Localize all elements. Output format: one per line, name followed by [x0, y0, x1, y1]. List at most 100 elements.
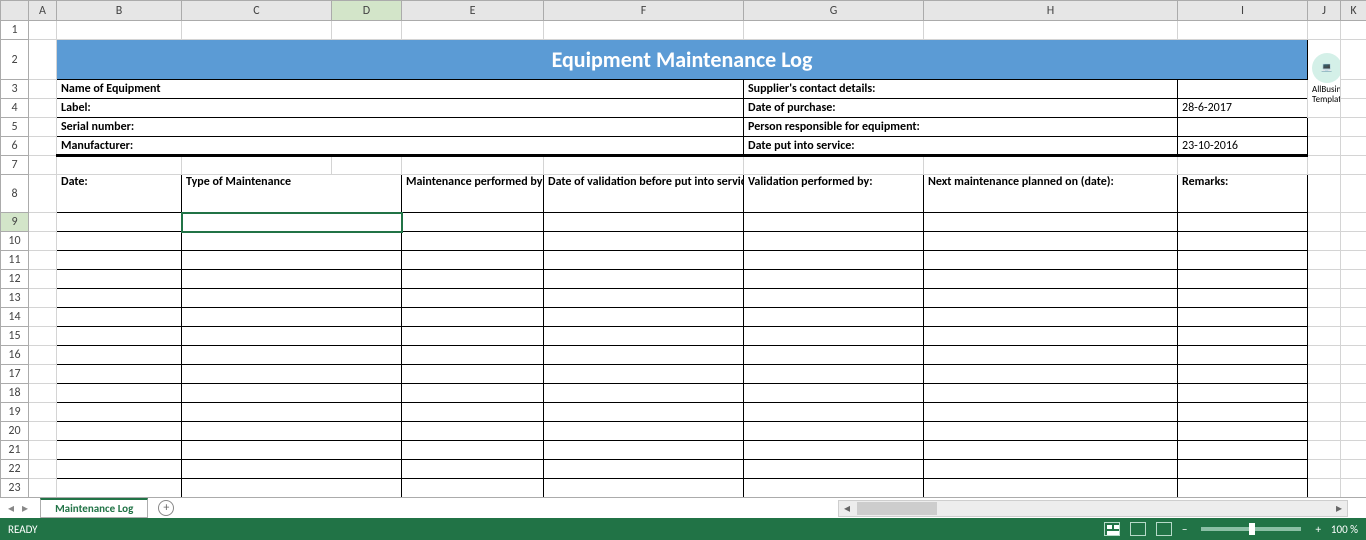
log-cell[interactable] [744, 422, 924, 441]
col-header-C[interactable]: C [182, 1, 332, 21]
cell[interactable] [1341, 156, 1366, 175]
log-cell[interactable] [924, 308, 1178, 327]
cell[interactable] [29, 80, 57, 99]
log-cell[interactable] [924, 213, 1178, 232]
scroll-thumb[interactable] [857, 502, 937, 515]
log-cell[interactable] [182, 213, 402, 232]
log-cell[interactable] [57, 460, 182, 479]
log-cell[interactable] [544, 422, 744, 441]
cell[interactable] [29, 289, 57, 308]
log-cell[interactable] [1178, 308, 1308, 327]
log-cell[interactable] [744, 441, 924, 460]
row-header-11[interactable]: 11 [1, 251, 29, 270]
scroll-right-icon[interactable]: ▸ [1331, 501, 1347, 516]
log-cell[interactable] [744, 232, 924, 251]
cell[interactable] [1341, 479, 1366, 498]
log-cell[interactable] [744, 270, 924, 289]
cell[interactable] [29, 308, 57, 327]
log-cell[interactable] [402, 251, 544, 270]
cell[interactable] [402, 21, 544, 40]
log-cell[interactable] [57, 441, 182, 460]
cell[interactable] [1341, 327, 1366, 346]
log-cell[interactable] [1178, 384, 1308, 403]
cell[interactable] [1308, 365, 1341, 384]
log-cell[interactable] [544, 289, 744, 308]
log-cell[interactable] [182, 270, 402, 289]
log-cell[interactable] [744, 384, 924, 403]
row-header-20[interactable]: 20 [1, 422, 29, 441]
log-cell[interactable] [924, 232, 1178, 251]
row-header-1[interactable]: 1 [1, 21, 29, 40]
cell[interactable] [1308, 175, 1341, 213]
log-cell[interactable] [402, 213, 544, 232]
row-header-19[interactable]: 19 [1, 403, 29, 422]
log-cell[interactable] [744, 289, 924, 308]
cell[interactable] [182, 156, 332, 175]
log-cell[interactable] [744, 346, 924, 365]
cell[interactable] [29, 118, 57, 137]
row-header-2[interactable]: 2 [1, 40, 29, 80]
log-cell[interactable] [182, 289, 402, 308]
info-right-value[interactable]: 23-10-2016 [1178, 137, 1308, 156]
col-header-G[interactable]: G [744, 1, 924, 21]
zoom-out-button[interactable]: − [1182, 523, 1187, 536]
log-cell[interactable] [182, 441, 402, 460]
info-left-label[interactable]: Name of Equipment [57, 80, 744, 99]
log-cell[interactable] [544, 346, 744, 365]
log-cell[interactable] [57, 403, 182, 422]
cell[interactable] [1308, 308, 1341, 327]
log-cell[interactable] [924, 365, 1178, 384]
log-cell[interactable] [1178, 289, 1308, 308]
cell[interactable] [1308, 232, 1341, 251]
log-cell[interactable] [544, 460, 744, 479]
tab-nav-first-icon[interactable]: ◂ [8, 501, 14, 516]
log-cell[interactable] [924, 346, 1178, 365]
cell[interactable] [1178, 156, 1308, 175]
log-cell[interactable] [402, 403, 544, 422]
log-cell[interactable] [1178, 403, 1308, 422]
page-break-view-button[interactable] [1156, 522, 1172, 536]
log-cell[interactable] [544, 251, 744, 270]
log-cell[interactable] [544, 365, 744, 384]
log-cell[interactable] [182, 422, 402, 441]
cell[interactable] [29, 346, 57, 365]
log-cell[interactable] [402, 460, 544, 479]
col-header-E[interactable]: E [402, 1, 544, 21]
cell[interactable] [544, 156, 744, 175]
info-right-value[interactable] [1178, 118, 1308, 137]
log-cell[interactable] [544, 213, 744, 232]
row-header-4[interactable]: 4 [1, 99, 29, 118]
cell[interactable] [29, 232, 57, 251]
cell[interactable] [1308, 460, 1341, 479]
log-cell[interactable] [57, 232, 182, 251]
cell[interactable] [29, 403, 57, 422]
log-cell[interactable] [402, 422, 544, 441]
cell[interactable] [29, 137, 57, 156]
row-header-14[interactable]: 14 [1, 308, 29, 327]
log-cell[interactable] [402, 289, 544, 308]
add-sheet-button[interactable]: + [158, 500, 174, 516]
cell[interactable] [1308, 422, 1341, 441]
cell[interactable] [1341, 175, 1366, 213]
page-layout-view-button[interactable] [1130, 522, 1146, 536]
log-cell[interactable] [402, 384, 544, 403]
row-header-3[interactable]: 3 [1, 80, 29, 99]
log-cell[interactable] [544, 308, 744, 327]
log-cell[interactable] [544, 384, 744, 403]
log-cell[interactable] [544, 479, 744, 498]
cell[interactable] [1341, 384, 1366, 403]
row-header-7[interactable]: 7 [1, 156, 29, 175]
log-header[interactable]: Type of Maintenance [182, 175, 402, 213]
log-cell[interactable] [744, 403, 924, 422]
cell[interactable] [1341, 251, 1366, 270]
cell[interactable] [29, 21, 57, 40]
log-cell[interactable] [744, 479, 924, 498]
col-header-J[interactable]: J [1308, 1, 1341, 21]
row-header-18[interactable]: 18 [1, 384, 29, 403]
log-cell[interactable] [924, 327, 1178, 346]
cell[interactable] [1308, 403, 1341, 422]
info-right-label[interactable]: Supplier's contact details: [744, 80, 1178, 99]
log-header[interactable]: Date of validation before put into servi… [544, 175, 744, 213]
cell[interactable] [1308, 156, 1341, 175]
cell[interactable] [29, 460, 57, 479]
